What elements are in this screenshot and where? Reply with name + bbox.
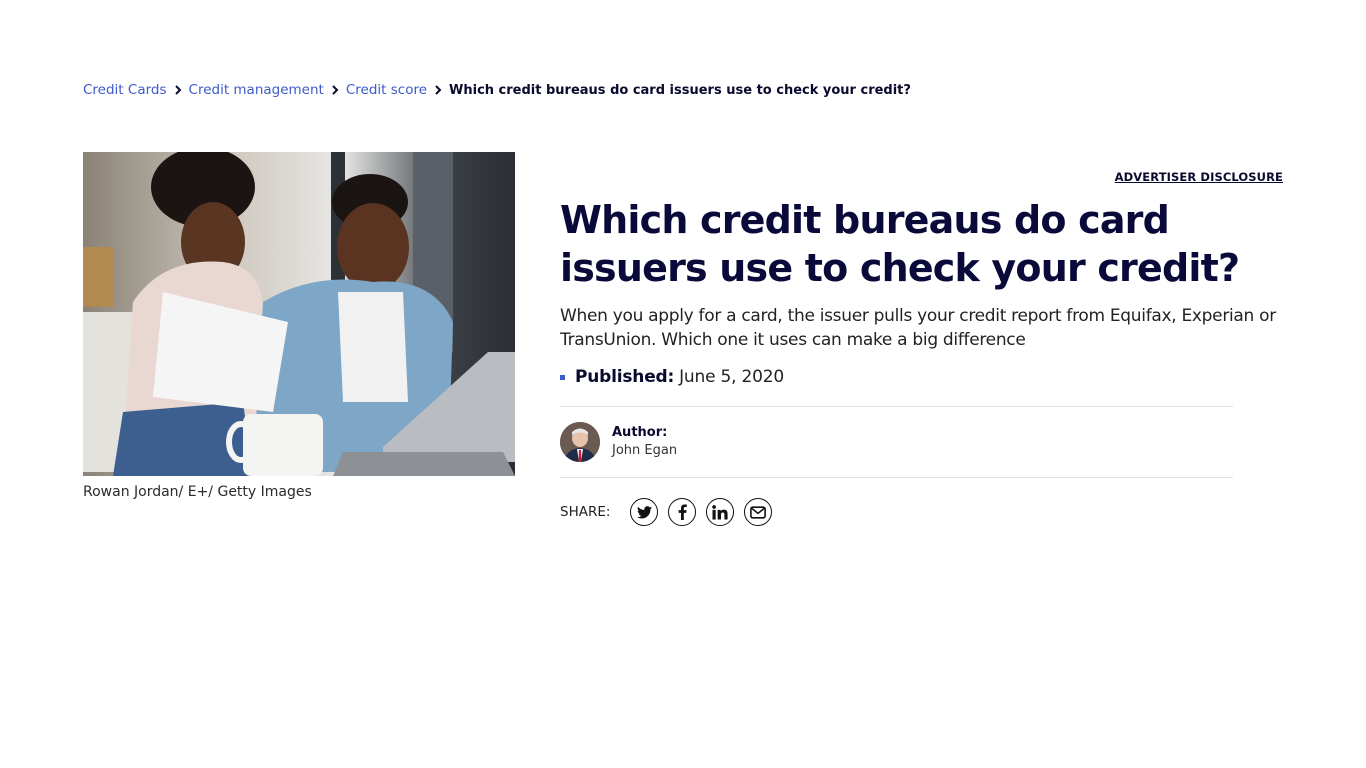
facebook-icon (678, 504, 687, 520)
image-caption: Rowan Jordan/ E+/ Getty Images (83, 484, 312, 500)
twitter-icon (636, 505, 652, 518)
breadcrumb-credit-cards[interactable]: Credit Cards (83, 82, 167, 98)
share-linkedin-button[interactable] (706, 498, 735, 526)
share-bar: SHARE: (560, 498, 782, 526)
breadcrumb: Credit Cards Credit management Credit sc… (83, 82, 911, 98)
linkedin-icon (712, 504, 729, 520)
chevron-right-icon (427, 82, 449, 98)
author-block: Author: John Egan (560, 422, 677, 462)
published-info: Published: June 5, 2020 (560, 367, 784, 387)
hero-image (83, 152, 515, 476)
advertiser-disclosure-link[interactable]: ADVERTISER DISCLOSURE (1115, 170, 1283, 184)
avatar[interactable] (560, 422, 600, 462)
article-title: Which credit bureaus do card issuers use… (560, 198, 1240, 290)
share-email-button[interactable] (744, 498, 773, 526)
breadcrumb-credit-management[interactable]: Credit management (189, 82, 324, 98)
divider (560, 477, 1233, 478)
breadcrumb-credit-score[interactable]: Credit score (346, 82, 427, 98)
chevron-right-icon (324, 82, 346, 98)
share-twitter-button[interactable] (630, 498, 659, 526)
bullet-icon (560, 374, 565, 380)
chevron-right-icon (167, 82, 189, 98)
email-icon (750, 505, 767, 519)
author-name-link[interactable]: John Egan (612, 442, 677, 460)
breadcrumb-current: Which credit bureaus do card issuers use… (449, 82, 911, 98)
divider (560, 406, 1233, 407)
share-label: SHARE: (560, 504, 611, 520)
share-facebook-button[interactable] (668, 498, 697, 526)
author-label: Author: (612, 425, 668, 440)
article-dek: When you apply for a card, the issuer pu… (560, 306, 1276, 350)
published-date: June 5, 2020 (679, 367, 785, 387)
published-label: Published: (575, 367, 675, 387)
